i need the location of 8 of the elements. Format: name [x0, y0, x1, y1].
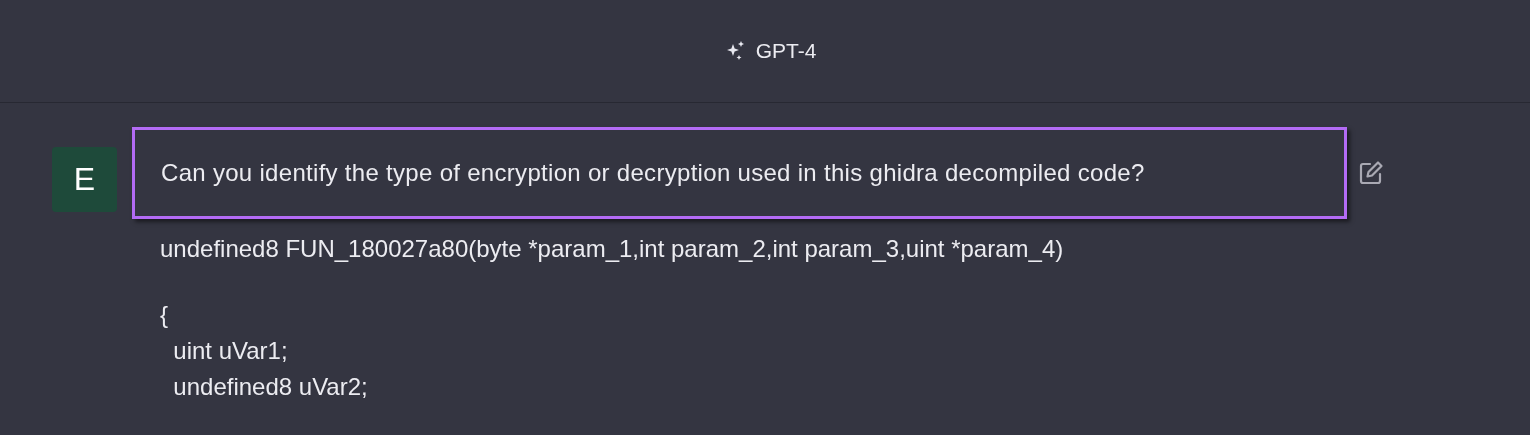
user-message: Can you identify the type of encryption or decryption used in this ghidra decompiled code? [132, 127, 1347, 219]
code-line: undefined8 FUN_180027a80(byte *param_1,int param_2,int param_3,uint *param_4) [160, 234, 1065, 264]
model-selector[interactable]: GPT-4 [723, 39, 817, 63]
edit-icon[interactable] [1357, 159, 1385, 187]
user-avatar: E [52, 147, 117, 212]
code-line: { [160, 300, 169, 330]
code-line: undefined8 uVar2; [172, 372, 369, 402]
code-line: uint uVar1; [172, 336, 289, 366]
